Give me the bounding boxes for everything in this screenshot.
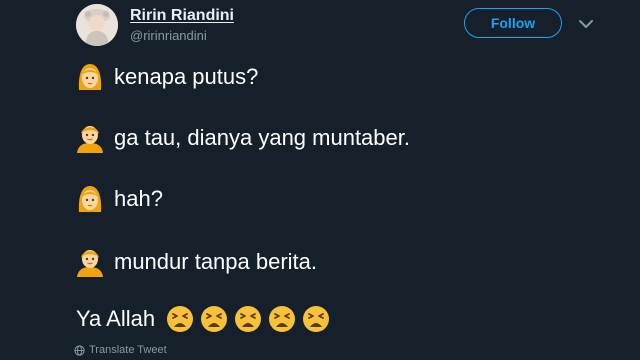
- tired-face-icon: [201, 306, 228, 332]
- tweet-line-text: mundur tanpa berita.: [114, 249, 318, 274]
- translate-label: Translate Tweet: [89, 344, 167, 356]
- translate-tweet-link[interactable]: Translate Tweet: [74, 342, 167, 358]
- person-icon: [77, 126, 103, 153]
- woman-icon: [78, 64, 102, 90]
- tweet-line-text: kenapa putus?: [114, 64, 259, 89]
- tweet-line-text: hah?: [114, 186, 163, 211]
- tweet-closing-text: Ya Allah: [76, 306, 156, 331]
- tweet-line: hah?: [76, 182, 163, 216]
- tired-face-icon: [269, 306, 296, 332]
- tweet-line-text: ga tau, dianya yang muntaber.: [114, 125, 410, 150]
- person-icon: [77, 250, 103, 277]
- tired-face-icon: [303, 306, 330, 332]
- tweet-closing-line: Ya Allah: [76, 302, 335, 336]
- globe-icon: [74, 344, 85, 356]
- user-handle[interactable]: @ririnriandini: [130, 28, 207, 43]
- tired-face-icon: [167, 306, 194, 332]
- chevron-down-icon[interactable]: [576, 14, 596, 34]
- tired-face-emoji-group: [165, 304, 335, 334]
- tweet-line: mundur tanpa berita.: [76, 245, 317, 279]
- tired-face-icon: [235, 306, 262, 332]
- follow-button[interactable]: Follow: [464, 8, 562, 38]
- avatar[interactable]: [76, 4, 118, 46]
- display-name[interactable]: Ririn Riandini: [130, 7, 234, 25]
- tweet-card: Ririn Riandini @ririnriandini Follow ken…: [0, 0, 640, 360]
- tweet-line: ga tau, dianya yang muntaber.: [76, 121, 410, 155]
- woman-icon: [78, 186, 102, 212]
- tweet-line: kenapa putus?: [76, 60, 258, 94]
